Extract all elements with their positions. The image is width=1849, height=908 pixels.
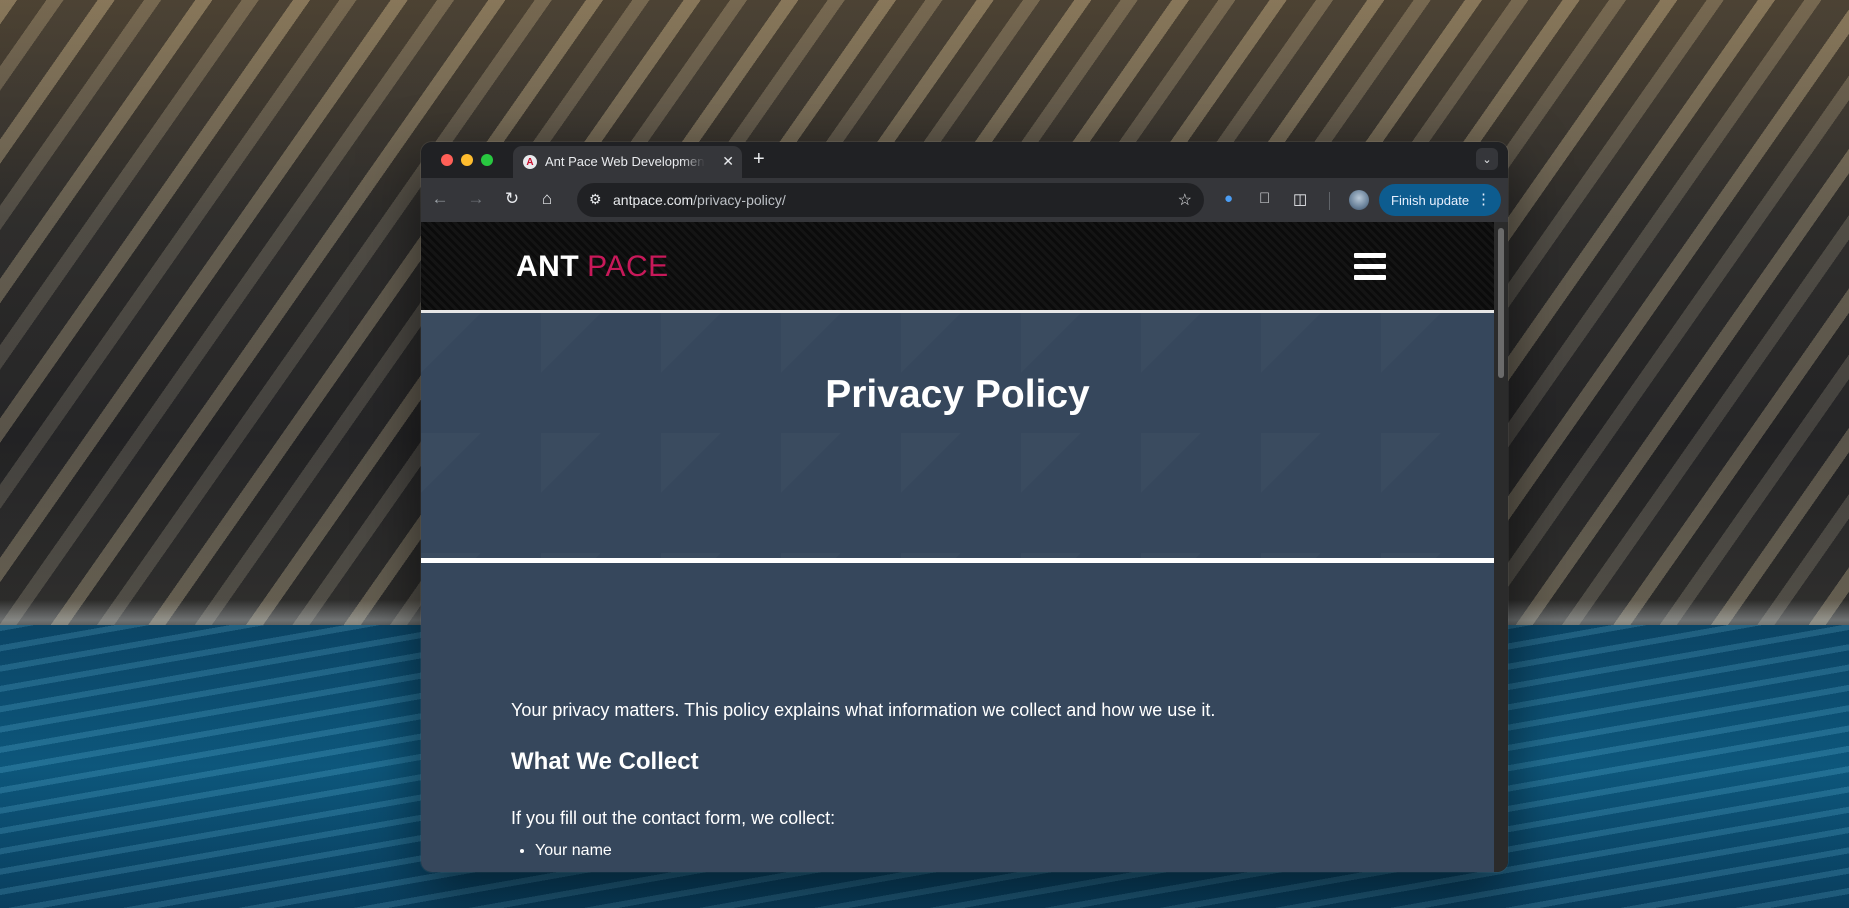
- url-path: /privacy-policy/: [693, 192, 786, 208]
- site-info-icon[interactable]: ⚙: [589, 191, 602, 208]
- extension-apple-icon[interactable]: : [1259, 190, 1270, 207]
- site-header: ANT PACE: [421, 222, 1494, 313]
- toolbar-divider: [1329, 192, 1330, 210]
- collect-list: Your name: [511, 842, 612, 860]
- minimize-window-button[interactable]: [461, 154, 473, 166]
- collect-intro-text: If you fill out the contact form, we col…: [511, 808, 836, 828]
- tab-ant-pace[interactable]: A Ant Pace Web Development – ✕: [513, 146, 742, 178]
- reload-icon[interactable]: ↻: [501, 189, 523, 209]
- browser-window: A Ant Pace Web Development – ✕ + ⌄ ← → ↻…: [421, 142, 1508, 872]
- page-viewport: ANT PACE Privacy Policy Your privacy matt…: [421, 222, 1494, 872]
- intro-paragraph: Your privacy matters. This policy explai…: [511, 700, 1216, 720]
- url-text[interactable]: antpace.com/privacy-policy/: [613, 192, 786, 208]
- back-arrow-icon[interactable]: ←: [429, 189, 451, 209]
- address-bar[interactable]: ⚙ antpace.com/privacy-policy/ ☆: [577, 183, 1204, 217]
- list-item: Your name: [535, 842, 612, 860]
- browser-toolbar: ← → ↻ ⌂ ⚙ antpace.com/privacy-policy/ ☆ …: [421, 178, 1508, 222]
- more-menu-icon[interactable]: ⋮: [1476, 190, 1491, 208]
- scrollbar-thumb[interactable]: [1498, 228, 1504, 378]
- extensions-puzzle-icon[interactable]: ◫: [1293, 190, 1307, 208]
- site-favicon-icon: A: [523, 155, 537, 169]
- hero-banner: Privacy Policy: [421, 313, 1494, 563]
- hamburger-menu-icon[interactable]: [1354, 253, 1386, 281]
- close-tab-icon[interactable]: ✕: [722, 153, 734, 170]
- maximize-window-button[interactable]: [481, 154, 493, 166]
- page-scrollbar[interactable]: [1494, 222, 1508, 872]
- extension-edge-icon[interactable]: ●: [1224, 190, 1233, 207]
- url-domain: antpace.com: [613, 192, 694, 208]
- page-title: Privacy Policy: [825, 373, 1090, 416]
- profile-avatar[interactable]: [1349, 190, 1369, 210]
- forward-arrow-icon[interactable]: →: [465, 189, 487, 209]
- logo-pace-text: PACE: [587, 250, 669, 283]
- section-heading: What We Collect: [511, 748, 699, 775]
- close-window-button[interactable]: [441, 154, 453, 166]
- new-tab-button[interactable]: +: [753, 148, 765, 171]
- tab-search-chevron-icon[interactable]: ⌄: [1476, 148, 1498, 170]
- bookmark-star-icon[interactable]: ☆: [1178, 190, 1192, 210]
- site-logo[interactable]: ANT PACE: [516, 250, 669, 284]
- tab-strip: A Ant Pace Web Development – ✕ + ⌄: [421, 142, 1508, 178]
- home-icon[interactable]: ⌂: [536, 189, 558, 209]
- tab-title: Ant Pace Web Development –: [545, 154, 705, 169]
- finish-update-label: Finish update: [1391, 192, 1470, 208]
- finish-update-button[interactable]: Finish update ⋮: [1379, 184, 1501, 216]
- logo-ant-text: ANT: [516, 250, 580, 283]
